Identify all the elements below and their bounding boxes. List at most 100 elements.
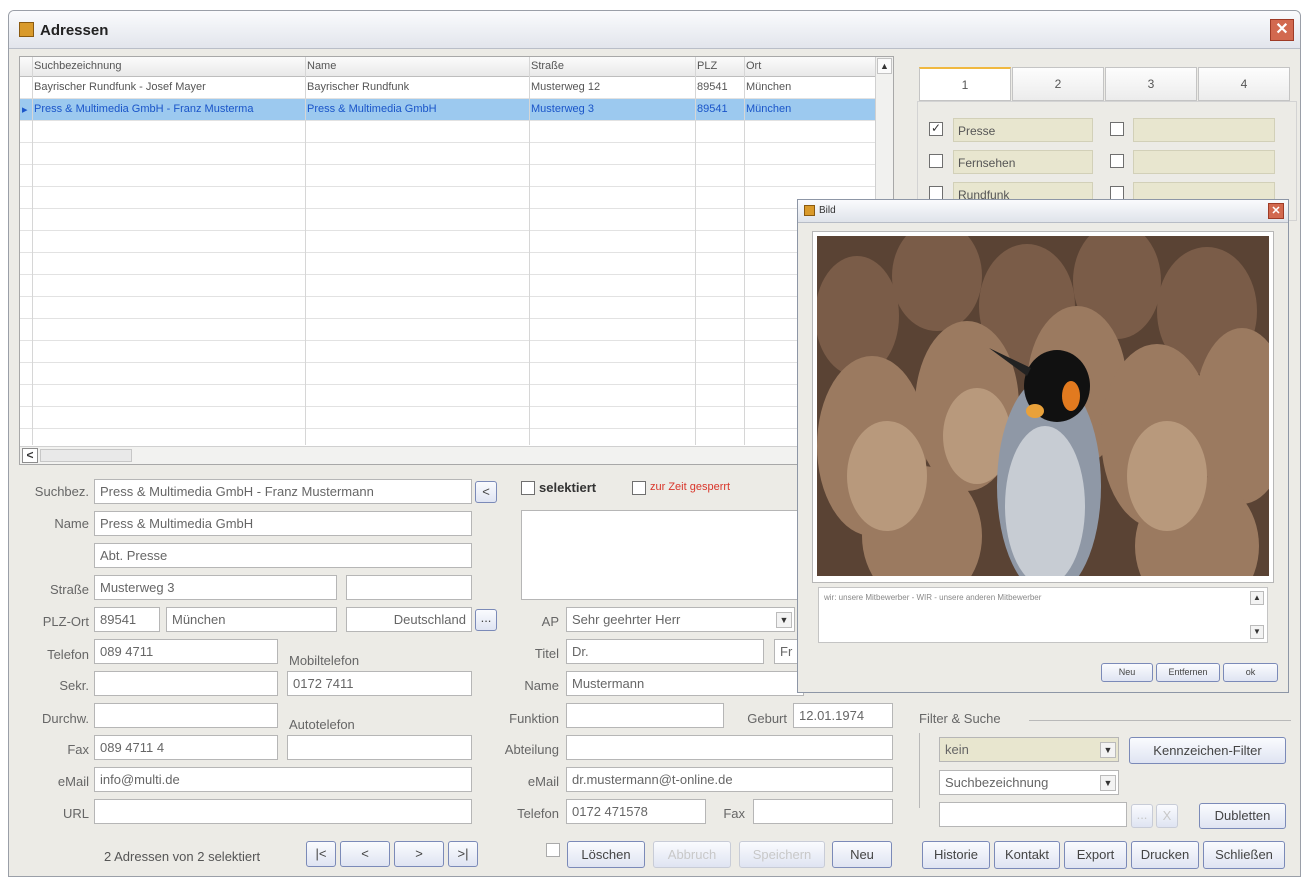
land-lookup-button[interactable]: ... [475,609,497,631]
flag-rundfunk-checkbox[interactable] [929,186,943,200]
flag-right-3-checkbox[interactable] [1110,186,1124,200]
table-row[interactable] [20,143,876,165]
email-field[interactable]: info@multi.de [94,767,472,792]
scroll-down-icon[interactable]: ▼ [1250,625,1264,639]
name-field[interactable]: Press & Multimedia GmbH [94,511,472,536]
column-header-strasse[interactable]: Straße [531,60,564,72]
scroll-up-icon[interactable]: ▲ [877,58,892,74]
ap-fax-field[interactable] [753,799,893,824]
column-header-ort[interactable]: Ort [746,60,761,72]
plz-field[interactable]: 89541 [94,607,160,632]
notes-area[interactable] [521,510,811,600]
flag-right-1-checkbox[interactable] [1110,122,1124,136]
fax-field[interactable]: 089 4711 4 [94,735,278,760]
table-row[interactable] [20,407,876,429]
caption-scrollbar[interactable]: ▲ ▼ [1250,589,1266,641]
clear-search-icon[interactable]: X [1156,804,1178,828]
suchbez-copy-button[interactable]: < [475,481,497,503]
table-row[interactable] [20,341,876,363]
image-remove-button[interactable]: Entfernen [1156,663,1220,682]
horizontal-scrollbar[interactable]: < [20,446,876,464]
ort-field[interactable]: München [166,607,337,632]
prev-record-button[interactable]: < [340,841,390,867]
table-row[interactable] [20,231,876,253]
name2-field[interactable]: Abt. Presse [94,543,472,568]
table-cell: München [746,81,792,93]
image-caption[interactable]: wir: unsere Mitbewerber - WIR - unsere a… [818,587,1268,643]
history-button[interactable]: Historie [922,841,990,869]
next-record-button[interactable]: > [394,841,444,867]
print-button[interactable]: Drucken [1131,841,1199,869]
abteilung-field[interactable] [566,735,893,760]
table-row[interactable] [20,121,876,143]
mobil-field[interactable]: 0172 7411 [287,671,472,696]
tab-1[interactable]: 1 [919,67,1011,101]
dubletten-button[interactable]: Dubletten [1199,803,1286,829]
strasse-field[interactable]: Musterweg 3 [94,575,337,600]
column-header-name[interactable]: Name [307,60,336,72]
column-header-suchbezeichnung[interactable]: Suchbezeichnung [34,60,121,72]
autotel-field[interactable] [287,735,472,760]
delete-button[interactable]: Löschen [567,841,645,868]
table-row[interactable] [20,275,876,297]
telefon-field[interactable]: 089 4711 [94,639,278,664]
table-row[interactable] [20,319,876,341]
tab-4[interactable]: 4 [1198,67,1290,101]
table-row[interactable] [20,363,876,385]
search-options-button[interactable]: ... [1131,804,1153,828]
funktion-field[interactable] [566,703,724,728]
table-row[interactable]: ▸ Press & Multimedia GmbH - Franz Musterm… [20,99,876,121]
last-record-button[interactable]: >| [448,841,478,867]
land-field[interactable]: Deutschland [346,607,472,632]
action-checkbox[interactable] [546,843,560,857]
flag-presse-checkbox[interactable]: ✓ [929,122,943,136]
flag-right-2-checkbox[interactable] [1110,154,1124,168]
scroll-thumb[interactable] [40,449,132,462]
table-row[interactable] [20,165,876,187]
scroll-left-icon[interactable]: < [22,448,38,463]
image-ok-button[interactable]: ok [1223,663,1278,682]
export-button[interactable]: Export [1064,841,1127,869]
titel-field[interactable]: Dr. [566,639,764,664]
search-input[interactable] [939,802,1127,827]
table-row[interactable] [20,209,876,231]
table-row[interactable]: Bayrischer Rundfunk - Josef Mayer Bayrisc… [20,77,876,99]
tab-3[interactable]: 3 [1105,67,1197,101]
column-divider [529,57,530,445]
chevron-down-icon[interactable]: ▼ [776,612,792,628]
chevron-down-icon[interactable]: ▼ [1100,775,1116,791]
cancel-button[interactable]: Abbruch [653,841,731,868]
suchbez-field[interactable]: Press & Multimedia GmbH - Franz Musterma… [94,479,472,504]
close-icon[interactable]: ✕ [1268,203,1284,219]
column-header-plz[interactable]: PLZ [697,60,717,72]
sort-select[interactable]: Suchbezeichnung [939,770,1119,795]
ap-select[interactable]: Sehr geehrter Herr [566,607,795,632]
save-button[interactable]: Speichern [739,841,825,868]
ap-telefon-field[interactable]: 0172 471578 [566,799,706,824]
table-row[interactable] [20,187,876,209]
selektiert-checkbox[interactable] [521,481,535,495]
new-button[interactable]: Neu [832,841,892,868]
geburt-field[interactable]: 12.01.1974 [793,703,893,728]
url-field[interactable] [94,799,472,824]
ap-email-field[interactable]: dr.mustermann@t-online.de [566,767,893,792]
close-button[interactable]: Schließen [1203,841,1285,869]
table-row[interactable] [20,385,876,407]
kennzeichen-filter-button[interactable]: Kennzeichen-Filter [1129,737,1286,764]
gesperrt-checkbox[interactable] [632,481,646,495]
table-row[interactable] [20,297,876,319]
contact-button[interactable]: Kontakt [994,841,1060,869]
tab-2[interactable]: 2 [1012,67,1104,101]
first-record-button[interactable]: |< [306,841,336,867]
strasse-extra-field[interactable] [346,575,472,600]
sekr-field[interactable] [94,671,278,696]
durchw-field[interactable] [94,703,278,728]
chevron-down-icon[interactable]: ▼ [1100,742,1116,758]
table-row[interactable] [20,253,876,275]
close-icon[interactable]: ✕ [1270,19,1294,41]
ap-name-field[interactable]: Mustermann [566,671,804,696]
scroll-up-icon[interactable]: ▲ [1250,591,1264,605]
filter-select[interactable]: kein [939,737,1119,762]
flag-fernsehen-checkbox[interactable] [929,154,943,168]
image-new-button[interactable]: Neu [1101,663,1153,682]
